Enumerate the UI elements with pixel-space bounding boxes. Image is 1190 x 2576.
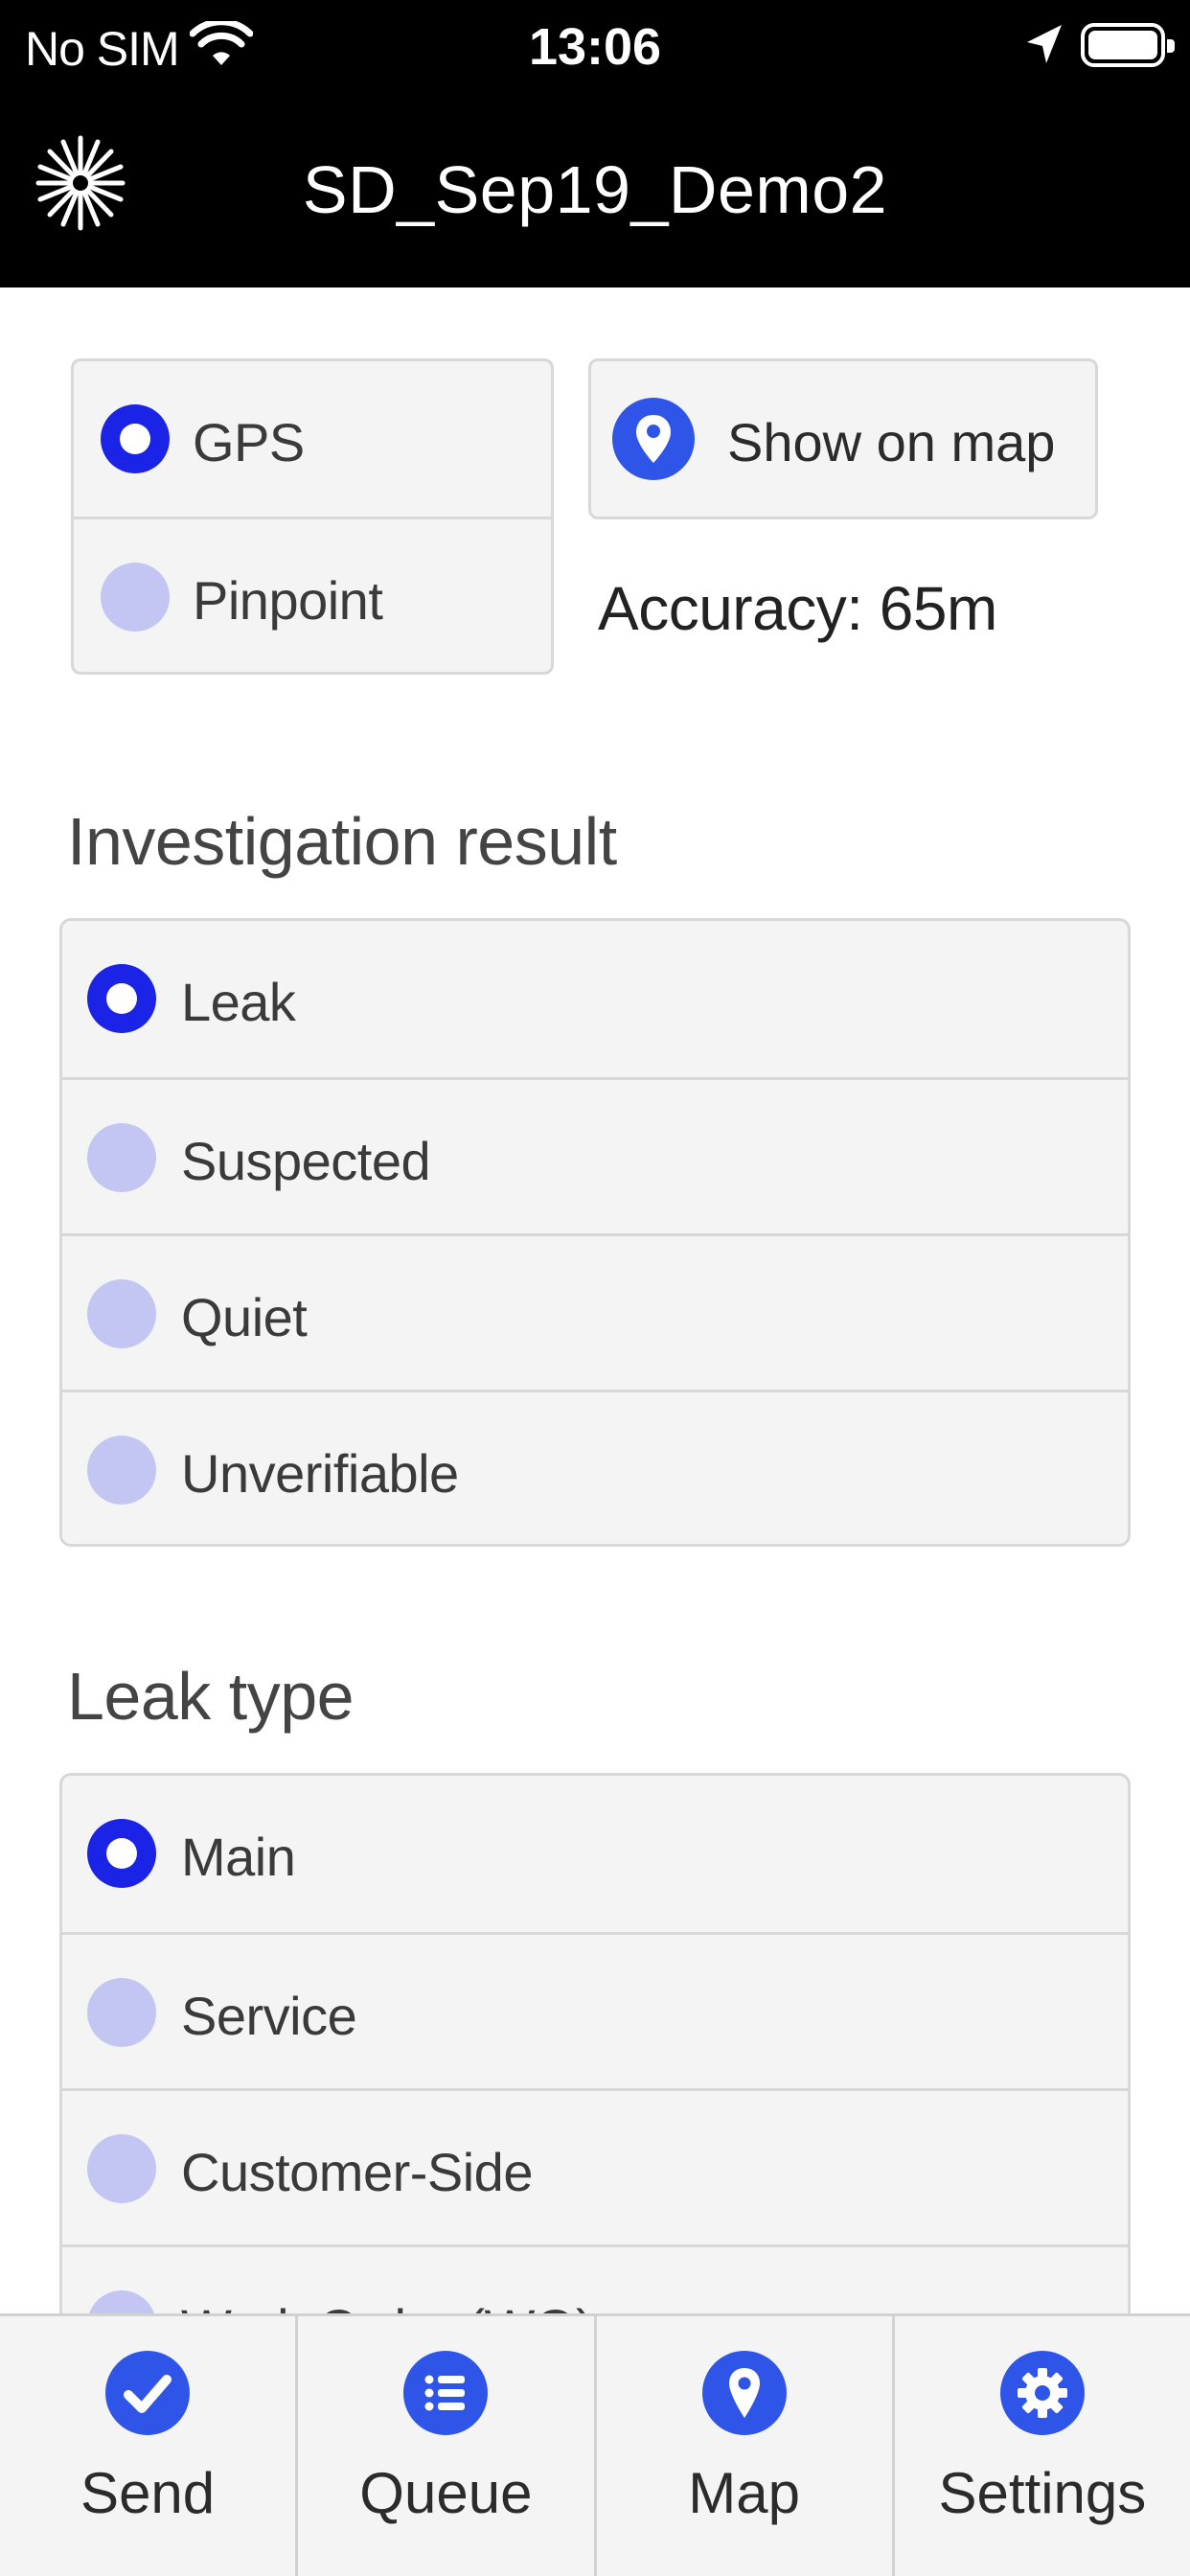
leak-type-option-main[interactable]: Main bbox=[62, 1776, 1128, 1932]
option-label: Customer-Side bbox=[181, 2142, 533, 2202]
option-label: GPS bbox=[193, 412, 305, 472]
option-label: Pinpoint bbox=[193, 570, 383, 631]
radio-unselected[interactable] bbox=[87, 1436, 156, 1505]
result-option-suspected[interactable]: Suspected bbox=[62, 1077, 1128, 1233]
show-on-map-button[interactable]: Show on map bbox=[588, 358, 1098, 519]
status-time: 13:06 bbox=[528, 18, 662, 76]
option-label: Work Order (WO) bbox=[181, 2297, 594, 2313]
leak-type-option-customer-side[interactable]: Customer-Side bbox=[62, 2088, 1128, 2244]
tab-label: Queue bbox=[359, 2461, 533, 2525]
radio-selected[interactable] bbox=[87, 1819, 156, 1888]
leak-type-list: Main Service Customer-Side Work Order (W… bbox=[59, 1773, 1131, 2313]
option-label: Service bbox=[181, 1986, 357, 2046]
option-label: Quiet bbox=[181, 1287, 308, 1347]
battery-icon bbox=[1081, 23, 1175, 67]
radio-unselected[interactable] bbox=[87, 1978, 156, 2047]
tab-label: Send bbox=[80, 2461, 216, 2525]
tab-send[interactable]: Send bbox=[0, 2316, 299, 2576]
leak-type-option-work-order[interactable]: Work Order (WO) bbox=[62, 2244, 1128, 2313]
radio-selected[interactable] bbox=[87, 964, 156, 1033]
radio-unselected[interactable] bbox=[101, 563, 170, 632]
gear-icon bbox=[999, 2351, 1085, 2435]
page-title: SD_Sep19_Demo2 bbox=[302, 152, 888, 227]
result-option-leak[interactable]: Leak bbox=[62, 921, 1128, 1077]
result-option-quiet[interactable]: Quiet bbox=[62, 1233, 1128, 1390]
radio-unselected[interactable] bbox=[87, 1123, 156, 1192]
radio-selected[interactable] bbox=[101, 404, 170, 473]
location-arrow-icon bbox=[1023, 21, 1065, 72]
map-pin-icon bbox=[612, 398, 695, 480]
leak-type-title: Leak type bbox=[67, 1659, 355, 1734]
investigation-result-list: Leak Suspected Quiet Unverifiable bbox=[59, 918, 1131, 1547]
accuracy-text: Accuracy: 65m bbox=[598, 574, 997, 643]
list-icon bbox=[403, 2351, 489, 2435]
form-content[interactable]: GPS Pinpoint Show on map Accuracy: 65m I… bbox=[0, 289, 1190, 2313]
tab-queue[interactable]: Queue bbox=[298, 2316, 597, 2576]
radio-unselected[interactable] bbox=[87, 2290, 156, 2313]
radio-unselected[interactable] bbox=[87, 2134, 156, 2203]
option-label: Main bbox=[181, 1827, 296, 1887]
option-label: Leak bbox=[181, 972, 296, 1032]
show-on-map-label: Show on map bbox=[727, 412, 1056, 472]
option-label: Suspected bbox=[181, 1131, 431, 1191]
top-bar: No SIM 13:06 SD_Sep19_Demo2 bbox=[0, 0, 1190, 288]
status-bar: No SIM 13:06 bbox=[0, 0, 1190, 96]
tab-label: Map bbox=[688, 2461, 800, 2525]
tab-label: Settings bbox=[938, 2461, 1147, 2525]
bottom-tab-bar: Send Queue Map Settings bbox=[0, 2313, 1190, 2576]
result-option-unverifiable[interactable]: Unverifiable bbox=[62, 1390, 1128, 1544]
tab-settings[interactable]: Settings bbox=[895, 2316, 1190, 2576]
check-circle-icon bbox=[105, 2351, 191, 2435]
tab-map[interactable]: Map bbox=[597, 2316, 895, 2576]
location-option-gps[interactable]: GPS bbox=[74, 361, 551, 517]
map-pin-icon bbox=[701, 2351, 787, 2435]
option-label: Unverifiable bbox=[181, 1443, 459, 1504]
investigation-result-title: Investigation result bbox=[67, 804, 617, 879]
leak-type-option-service[interactable]: Service bbox=[62, 1932, 1128, 2088]
app-header: SD_Sep19_Demo2 bbox=[0, 96, 1190, 288]
location-option-pinpoint[interactable]: Pinpoint bbox=[74, 517, 551, 672]
location-source-group: GPS Pinpoint bbox=[71, 358, 554, 675]
radio-unselected[interactable] bbox=[87, 1279, 156, 1348]
